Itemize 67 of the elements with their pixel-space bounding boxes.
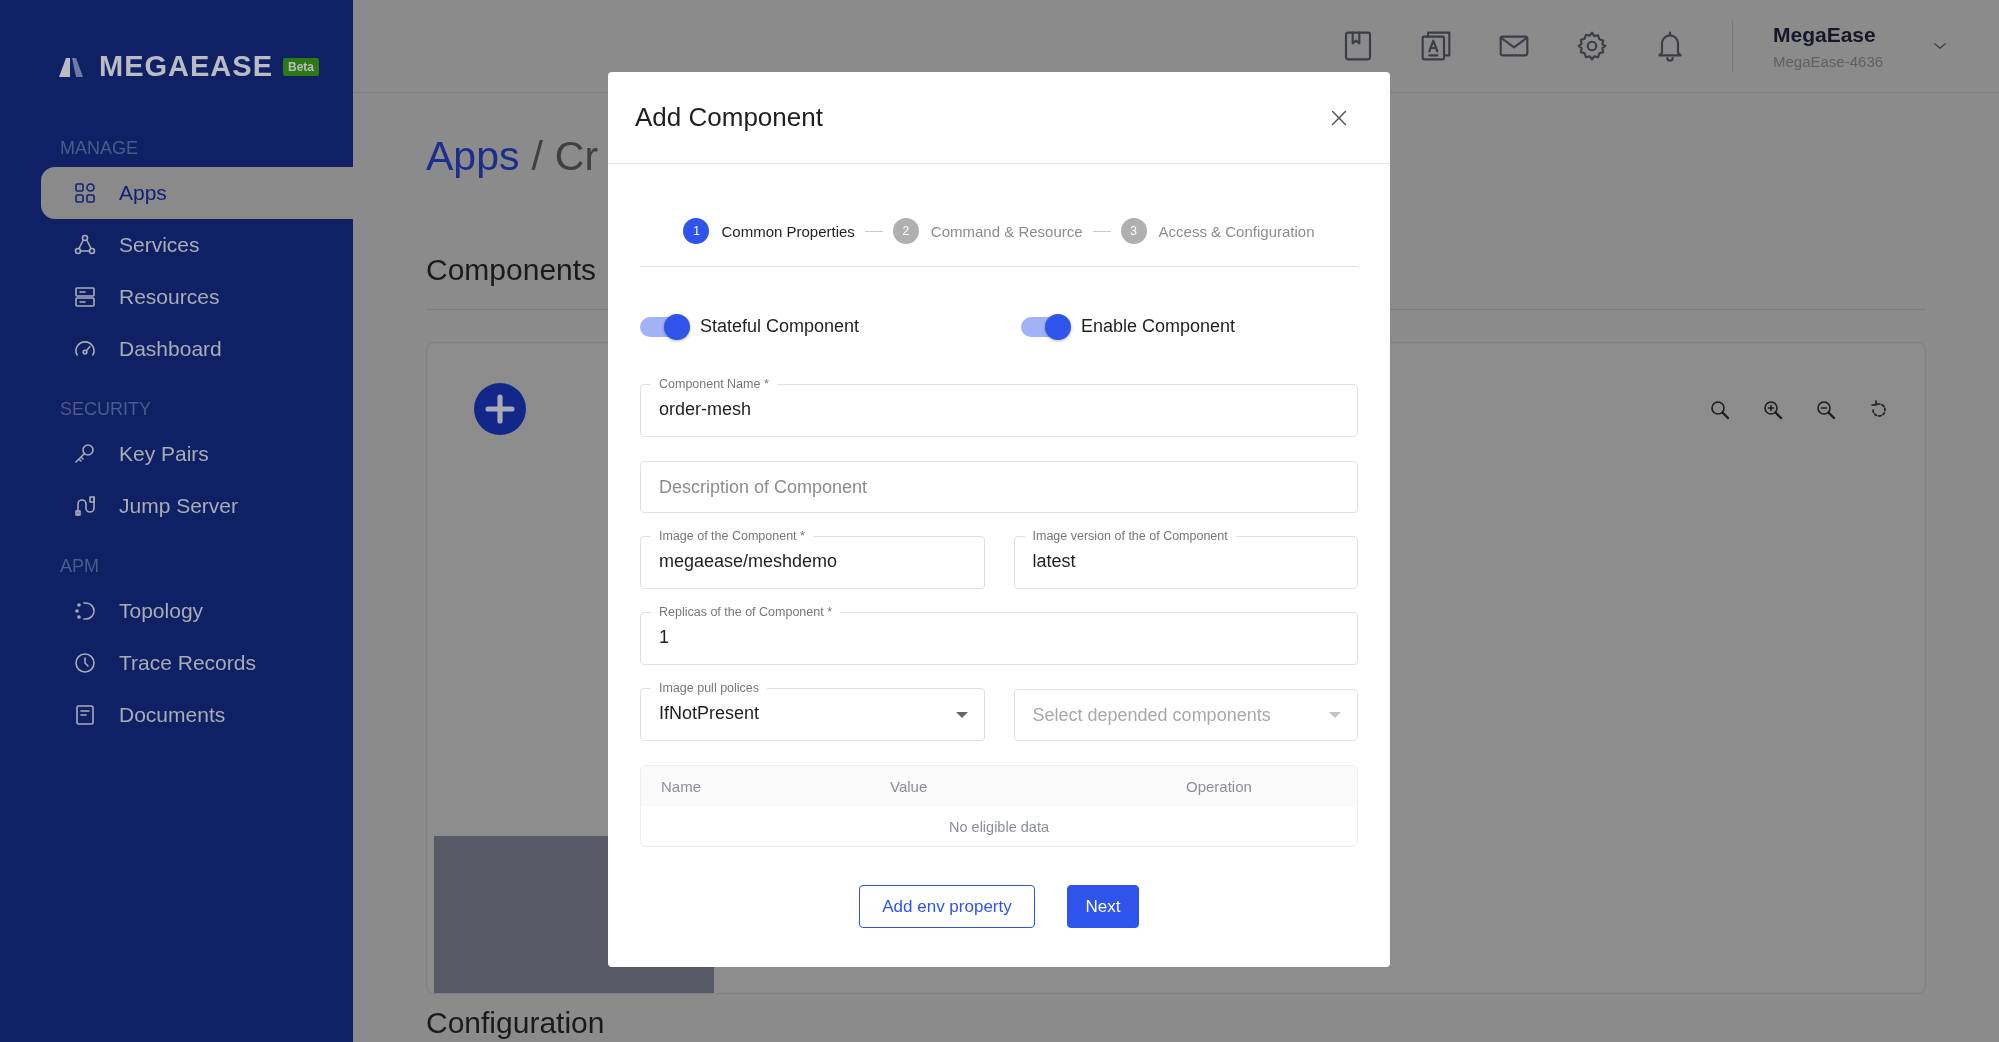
bookmark-box-icon[interactable]	[1342, 30, 1374, 62]
sidebar-item[interactable]: Dashboard	[41, 323, 353, 375]
sidebar-item[interactable]: Topology	[41, 585, 353, 637]
step-label: Access & Configuration	[1158, 222, 1315, 240]
text-field[interactable]: Image of the Component * megaease/meshdemo	[640, 529, 985, 589]
text-field[interactable]: Image version of the of Component latest	[1013, 529, 1358, 589]
step-label: Command & Resource	[930, 222, 1083, 240]
column-header: Value	[890, 778, 929, 795]
beta-badge: Beta	[283, 57, 319, 76]
column-header: Name	[661, 778, 702, 795]
sidebar-item[interactable]: Resources	[41, 271, 353, 323]
sidebar-item[interactable]: Documents	[41, 689, 353, 741]
settings-icon[interactable]	[1576, 30, 1608, 62]
search-icon[interactable]	[1708, 398, 1732, 422]
input-field[interactable]: megaease/meshdemo	[659, 551, 968, 572]
input-field[interactable]: Description of Component	[659, 476, 1341, 498]
toggle-label: Stateful Component	[700, 316, 860, 337]
text-field[interactable]: Component Name * order-mesh	[640, 377, 1358, 437]
section-title: MANAGE	[59, 137, 139, 160]
section-title: SECURITY	[59, 398, 152, 421]
nodes-icon	[73, 233, 97, 257]
section-heading: Components	[426, 253, 598, 287]
select-field[interactable]: Image pull polices IfNotPresent	[640, 681, 985, 741]
stack-icon	[73, 285, 97, 309]
empty-message: No eligible data	[948, 817, 1050, 837]
field-label: Image pull polices	[658, 681, 761, 695]
path-icon	[73, 494, 97, 518]
toggle-switch[interactable]	[640, 316, 688, 337]
user-name: MegaEase	[1773, 22, 1877, 47]
modal-title: Add Component	[635, 102, 823, 133]
zoom-in-icon[interactable]	[1761, 398, 1785, 422]
zoom-out-icon[interactable]	[1814, 398, 1838, 422]
input-field[interactable]: 1	[659, 627, 1341, 648]
column-header: Operation	[1186, 778, 1253, 795]
text-field[interactable]: Replicas of the of Component * 1	[640, 605, 1358, 665]
next-button[interactable]: Next	[1067, 885, 1139, 928]
letter-card-icon[interactable]	[1420, 30, 1452, 62]
clock-icon	[73, 651, 97, 675]
text-field[interactable]: Description of Component	[640, 461, 1358, 513]
document-icon	[73, 703, 97, 727]
toggle-label: Enable Component	[1081, 316, 1236, 337]
logo-text: MEGAEASE	[99, 50, 273, 83]
step-number[interactable]: 1	[683, 218, 710, 244]
field-label: Replicas of the of Component *	[658, 605, 834, 619]
add-button[interactable]: Add env property	[859, 885, 1035, 928]
section-title: APM	[59, 555, 100, 578]
field-label: Component Name *	[658, 377, 770, 391]
plus-circle-icon[interactable]	[474, 383, 526, 435]
sidebar-item[interactable]: Apps	[41, 167, 353, 219]
caret-icon[interactable]	[955, 711, 968, 718]
section-heading: Configuration	[426, 1006, 606, 1040]
arc-icon	[73, 599, 97, 623]
sidebar-item[interactable]: Jump Server	[41, 480, 353, 532]
toggle-switch[interactable]	[1021, 316, 1069, 337]
grid-icon	[73, 181, 97, 205]
breadcrumb-current: Cr	[554, 133, 599, 180]
breadcrumb-link[interactable]: Apps	[426, 133, 520, 180]
field-label: Image of the Component *	[658, 529, 806, 543]
sidebar-item[interactable]: Services	[41, 219, 353, 271]
key-icon	[73, 442, 97, 466]
input-field[interactable]: order-mesh	[659, 399, 1341, 420]
sidebar-item[interactable]: Trace Records	[41, 637, 353, 689]
sidebar-item[interactable]: Key Pairs	[41, 428, 353, 480]
breadcrumb-separator: /	[531, 133, 543, 180]
input-field[interactable]: latest	[1032, 551, 1341, 572]
field-label: Image version of the of Component	[1031, 529, 1229, 543]
step-label: Common Properties	[721, 222, 855, 240]
